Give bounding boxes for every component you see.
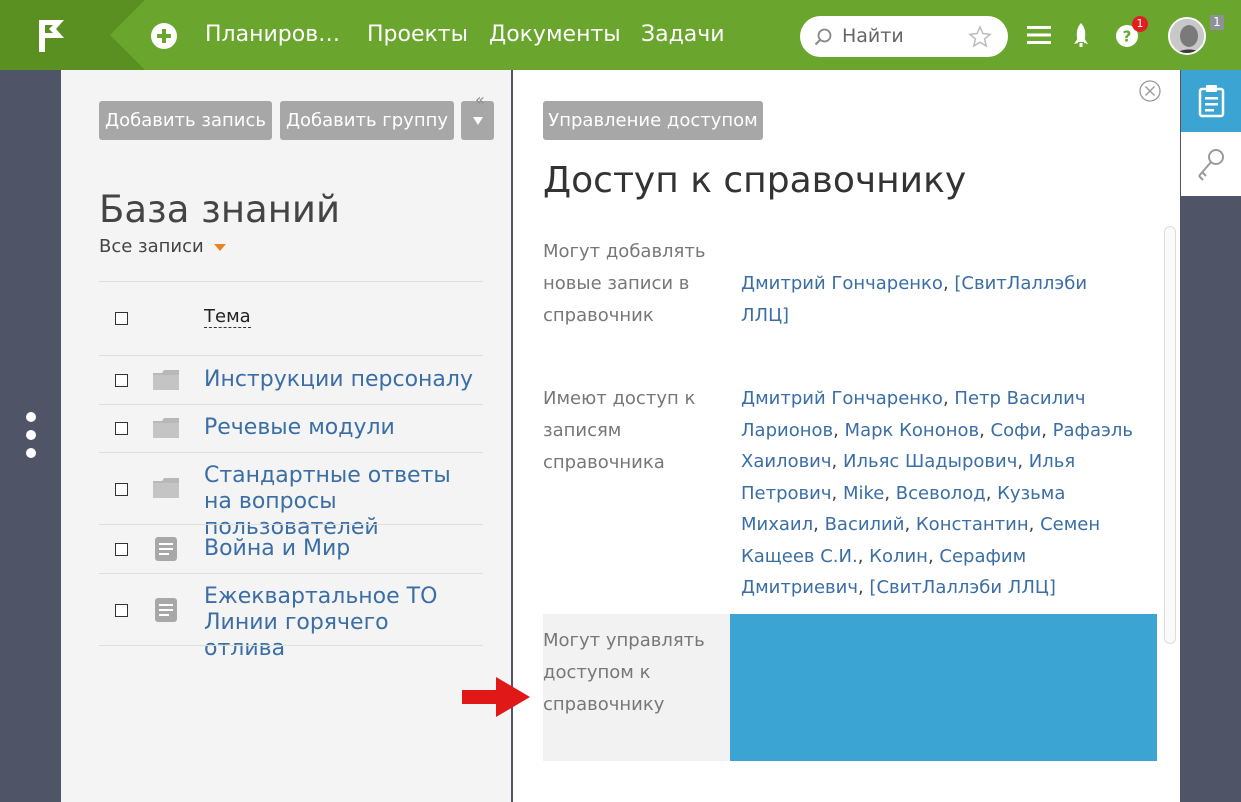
caret-down-icon bbox=[213, 243, 226, 251]
top-bar: Планиров… Проекты Документы Задачи ? 1 1 bbox=[0, 0, 1241, 70]
star-icon[interactable] bbox=[968, 25, 992, 49]
avatar-count-badge: 1 bbox=[1210, 15, 1224, 30]
add-record-button[interactable]: Добавить запись bbox=[99, 101, 272, 140]
help-badge: 1 bbox=[1132, 16, 1148, 32]
search-icon bbox=[814, 28, 832, 46]
page-title: База знаний bbox=[99, 188, 340, 231]
divider bbox=[99, 404, 483, 405]
search-box[interactable] bbox=[800, 16, 1008, 57]
divider bbox=[99, 645, 483, 646]
avatar[interactable] bbox=[1168, 17, 1206, 55]
person-link[interactable]: Константин bbox=[916, 514, 1029, 535]
tab-access-key[interactable] bbox=[1181, 132, 1241, 196]
divider bbox=[99, 524, 483, 525]
divider bbox=[99, 452, 483, 453]
access-title: Доступ к справочнику bbox=[543, 160, 967, 201]
logo-arrow-shape bbox=[110, 0, 145, 70]
list-item-title[interactable]: Война и Мир bbox=[204, 536, 350, 562]
row-checkbox[interactable] bbox=[115, 422, 128, 435]
filter-label: Все записи bbox=[99, 236, 204, 257]
person-link[interactable]: [СвитЛаллэби ЛЛЦ] bbox=[869, 577, 1055, 598]
nav-tasks[interactable]: Задачи bbox=[641, 22, 725, 47]
rocket-icon[interactable] bbox=[1071, 22, 1091, 50]
person-link[interactable]: Mike bbox=[843, 483, 884, 504]
clipboard-icon bbox=[1198, 85, 1225, 118]
document-icon bbox=[155, 598, 177, 622]
column-header-theme[interactable]: Тема bbox=[204, 306, 251, 328]
manage-access-button[interactable]: Управление доступом bbox=[543, 101, 763, 140]
folder-icon bbox=[153, 478, 179, 498]
divider bbox=[99, 281, 483, 282]
red-arrow-icon bbox=[462, 677, 530, 717]
svg-text:?: ? bbox=[1123, 28, 1132, 46]
list-item-title[interactable]: Речевые модули bbox=[204, 415, 395, 441]
person-link[interactable]: Дмитрий Гончаренко bbox=[741, 273, 943, 294]
highlighted-value-area[interactable] bbox=[730, 614, 1157, 761]
divider bbox=[99, 355, 483, 356]
access-label-manage-access: Могут управлять доступом к справочнику bbox=[543, 630, 705, 715]
select-all-checkbox[interactable] bbox=[115, 312, 128, 325]
add-icon[interactable] bbox=[151, 23, 177, 49]
person-link[interactable]: Колин bbox=[869, 546, 928, 567]
document-icon bbox=[155, 537, 177, 561]
row-checkbox[interactable] bbox=[115, 543, 128, 556]
more-options-icon[interactable] bbox=[26, 412, 36, 466]
nav-planning[interactable]: Планиров… bbox=[205, 22, 340, 47]
person-link[interactable]: Софи bbox=[991, 420, 1042, 441]
flag-logo-icon bbox=[39, 20, 64, 52]
person-link[interactable]: Василий bbox=[825, 514, 905, 535]
dropdown-arrow-icon bbox=[472, 117, 483, 125]
scrollbar[interactable] bbox=[1164, 226, 1176, 644]
row-checkbox[interactable] bbox=[115, 604, 128, 617]
list-item-title[interactable]: Стандартные ответы на вопросы пользовате… bbox=[204, 463, 474, 541]
nav-documents[interactable]: Документы bbox=[489, 22, 621, 47]
add-group-button[interactable]: Добавить группу bbox=[280, 101, 454, 140]
divider bbox=[99, 573, 483, 574]
tab-clipboard[interactable] bbox=[1181, 70, 1241, 132]
person-link[interactable]: Всеволод bbox=[896, 483, 986, 504]
list-item-title[interactable]: Инструкции персоналу bbox=[204, 367, 473, 393]
filter-dropdown[interactable]: Все записи bbox=[99, 236, 226, 257]
access-label-add-records: Могут добавлять новые записи в справочни… bbox=[543, 241, 706, 326]
person-link[interactable]: Ильяс Шадырович bbox=[843, 451, 1017, 472]
close-icon[interactable] bbox=[1139, 80, 1161, 102]
menu-icon[interactable] bbox=[1027, 24, 1051, 46]
access-list-add-records: Дмитрий Гончаренко, [СвитЛаллэби ЛЛЦ] bbox=[741, 273, 1088, 326]
user-photo-icon bbox=[1170, 19, 1204, 53]
access-list-view-records: Дмитрий Гончаренко, Петр Василич Ларионо… bbox=[741, 388, 1133, 598]
key-icon bbox=[1198, 149, 1224, 181]
row-checkbox[interactable] bbox=[115, 483, 128, 496]
person-link[interactable]: Дмитрий Гончаренко bbox=[741, 388, 943, 409]
row-checkbox[interactable] bbox=[115, 374, 128, 387]
folder-icon bbox=[153, 370, 179, 390]
search-input[interactable] bbox=[842, 22, 962, 50]
list-item-title[interactable]: Ежеквартальное ТО Линии горячего отлива bbox=[204, 584, 474, 662]
access-label-view-records: Имеют доступ к записям справочника bbox=[543, 388, 696, 473]
nav-projects[interactable]: Проекты bbox=[367, 22, 468, 47]
person-link[interactable]: Марк Кононов bbox=[845, 420, 980, 441]
collapse-panel-icon[interactable]: « bbox=[475, 90, 485, 109]
folder-icon bbox=[153, 418, 179, 438]
